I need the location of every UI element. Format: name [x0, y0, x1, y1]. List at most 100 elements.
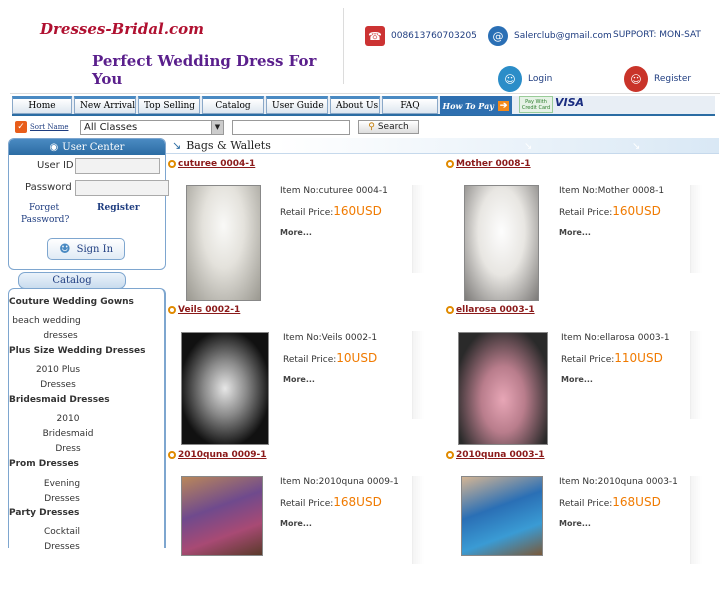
- product-image[interactable]: [461, 476, 543, 556]
- catalog-subitem[interactable]: Cocktail Dresses: [34, 525, 90, 555]
- keyword-input[interactable]: [232, 119, 350, 135]
- subitem-line: Evening: [43, 479, 81, 489]
- subitem-line: Dresses: [40, 380, 76, 390]
- product-card: 2010quna 0003-1 Item No:2010quna 0003-1 …: [446, 450, 716, 598]
- sign-in-button[interactable]: ☻ Sign In: [47, 238, 125, 260]
- more-link[interactable]: More...: [283, 370, 377, 390]
- nav-home[interactable]: Home: [12, 96, 72, 114]
- product-title-text[interactable]: ellarosa 0003-1: [456, 305, 535, 315]
- how-to-pay-button[interactable]: How To Pay ➔: [440, 96, 512, 115]
- password-input[interactable]: [75, 180, 169, 196]
- catalog-heading[interactable]: Prom Dresses: [9, 459, 79, 469]
- subitem-line: Dresses: [44, 542, 80, 552]
- more-link[interactable]: More...: [561, 370, 670, 390]
- catalog-subitem[interactable]: beach wedding dresses: [9, 314, 84, 344]
- nav-faq[interactable]: FAQ: [382, 96, 438, 114]
- price-value: 160USD: [612, 204, 661, 218]
- register-link-sidebar[interactable]: Register: [97, 202, 140, 214]
- price-value: 110USD: [614, 351, 663, 365]
- product-image[interactable]: [464, 185, 539, 301]
- how-to-pay-label: How To Pay: [442, 100, 494, 111]
- more-link[interactable]: More...: [559, 223, 664, 243]
- catalog-subitem[interactable]: 2010 Bridesmaid Dress: [27, 412, 109, 457]
- visa-logo: VISA: [555, 96, 585, 109]
- bullet-icon: [168, 306, 176, 314]
- site-header: Dresses-Bridal.com Perfect Wedding Dress…: [10, 8, 720, 94]
- phone-number: 008613760703205: [391, 31, 477, 41]
- site-logo[interactable]: Dresses-Bridal.com: [40, 20, 204, 38]
- login-link[interactable]: ☺ Login: [498, 66, 552, 92]
- card-shadow: [412, 185, 424, 273]
- phone-contact: ☎ 008613760703205: [365, 26, 477, 46]
- arrow-icon: ↘: [524, 141, 533, 152]
- search-button[interactable]: ⚲ Search: [358, 120, 419, 134]
- product-title[interactable]: ellarosa 0003-1: [446, 305, 535, 315]
- nav-top-selling[interactable]: Top Selling: [138, 96, 200, 114]
- catalog-heading[interactable]: Couture Wedding Gowns: [9, 297, 134, 307]
- product-card: Mother 0008-1 Item No:Mother 0008-1 Reta…: [446, 159, 716, 307]
- logo-area: Dresses-Bridal.com Perfect Wedding Dress…: [10, 8, 344, 88]
- checkbox-icon[interactable]: ✓: [15, 121, 27, 133]
- product-title-text[interactable]: Veils 0002-1: [178, 305, 240, 315]
- product-title-text[interactable]: Mother 0008-1: [456, 159, 531, 169]
- catalog-heading[interactable]: Bridesmaid Dresses: [9, 395, 110, 405]
- price-value: 160USD: [333, 204, 382, 218]
- product-card: Veils 0002-1 Item No:Veils 0002-1 Retail…: [168, 305, 438, 453]
- product-image[interactable]: [186, 185, 261, 301]
- product-title[interactable]: cuturee 0004-1: [168, 159, 255, 169]
- product-title[interactable]: Mother 0008-1: [446, 159, 531, 169]
- catalog-subitem[interactable]: Evening Dresses: [34, 477, 90, 507]
- nav-about-us[interactable]: About Us: [330, 96, 380, 114]
- item-number: Item No:Mother 0008-1: [559, 186, 665, 196]
- arrow-icon: ↘: [632, 141, 641, 152]
- sort-name-link[interactable]: Sort Name: [30, 123, 80, 131]
- price-line: Retail Price:168USD: [280, 492, 399, 514]
- register-link[interactable]: ☺ Register: [624, 66, 691, 92]
- nav-new-arrival[interactable]: New Arrival: [74, 96, 136, 114]
- product-title[interactable]: Veils 0002-1: [168, 305, 240, 315]
- price-line: Retail Price:10USD: [283, 348, 377, 370]
- catalog-subitem[interactable]: 2010 Plus Dresses: [27, 363, 89, 393]
- subitem-line: Bridesmaid: [42, 429, 94, 439]
- product-info: Item No:Mother 0008-1 Retail Price:160US…: [559, 181, 664, 243]
- register-label[interactable]: Register: [654, 74, 691, 84]
- item-number: Item No:cuturee 0004-1: [280, 186, 388, 196]
- nav-user-guide[interactable]: User Guide: [266, 96, 328, 114]
- email-address[interactable]: Salerclub@gmail.com: [514, 31, 612, 41]
- product-card: ellarosa 0003-1 Item No:ellarosa 0003-1 …: [446, 305, 716, 453]
- catalog-heading[interactable]: Party Dresses: [9, 508, 79, 518]
- forgot-password-link[interactable]: Forget Password?: [21, 202, 69, 226]
- product-image[interactable]: [181, 332, 269, 445]
- login-label[interactable]: Login: [528, 74, 552, 84]
- email-contact: @ Salerclub@gmail.com: [488, 26, 612, 46]
- nav-catalog[interactable]: Catalog: [202, 96, 264, 114]
- forgot-label-1: Forget: [29, 203, 60, 213]
- class-select-value: All Classes: [84, 121, 138, 133]
- product-info: Item No:Veils 0002-1 Retail Price:10USD …: [283, 328, 377, 390]
- subitem-line: 2010: [56, 414, 80, 424]
- user-center-title-text: User Center: [62, 141, 125, 153]
- subitem-line: Dresses: [44, 494, 80, 504]
- phone-icon: ☎: [365, 26, 385, 46]
- search-bar: ✓ Sort Name All Classes ▼ ⚲ Search: [15, 118, 715, 136]
- chevron-down-icon[interactable]: ▼: [211, 120, 223, 134]
- card-shadow: [690, 476, 702, 564]
- subitem-line: Cocktail: [44, 527, 80, 537]
- product-title-text[interactable]: cuturee 0004-1: [178, 159, 255, 169]
- product-title-text[interactable]: 2010quna 0009-1: [178, 450, 267, 460]
- product-image[interactable]: [458, 332, 548, 445]
- catalog-heading[interactable]: Plus Size Wedding Dresses: [9, 346, 145, 356]
- more-link[interactable]: More...: [280, 514, 399, 534]
- product-title-text[interactable]: 2010quna 0003-1: [456, 450, 545, 460]
- product-image[interactable]: [181, 476, 263, 556]
- product-title[interactable]: 2010quna 0003-1: [446, 450, 545, 460]
- class-select[interactable]: All Classes ▼: [80, 119, 224, 135]
- product-info: Item No:ellarosa 0003-1 Retail Price:110…: [561, 328, 670, 390]
- more-link[interactable]: More...: [280, 223, 388, 243]
- user-id-input[interactable]: [75, 158, 160, 174]
- subitem-line: dresses: [43, 331, 78, 341]
- more-link[interactable]: More...: [559, 514, 678, 534]
- price-label: Retail Price:: [559, 208, 613, 218]
- price-label: Retail Price:: [280, 499, 334, 509]
- product-title[interactable]: 2010quna 0009-1: [168, 450, 267, 460]
